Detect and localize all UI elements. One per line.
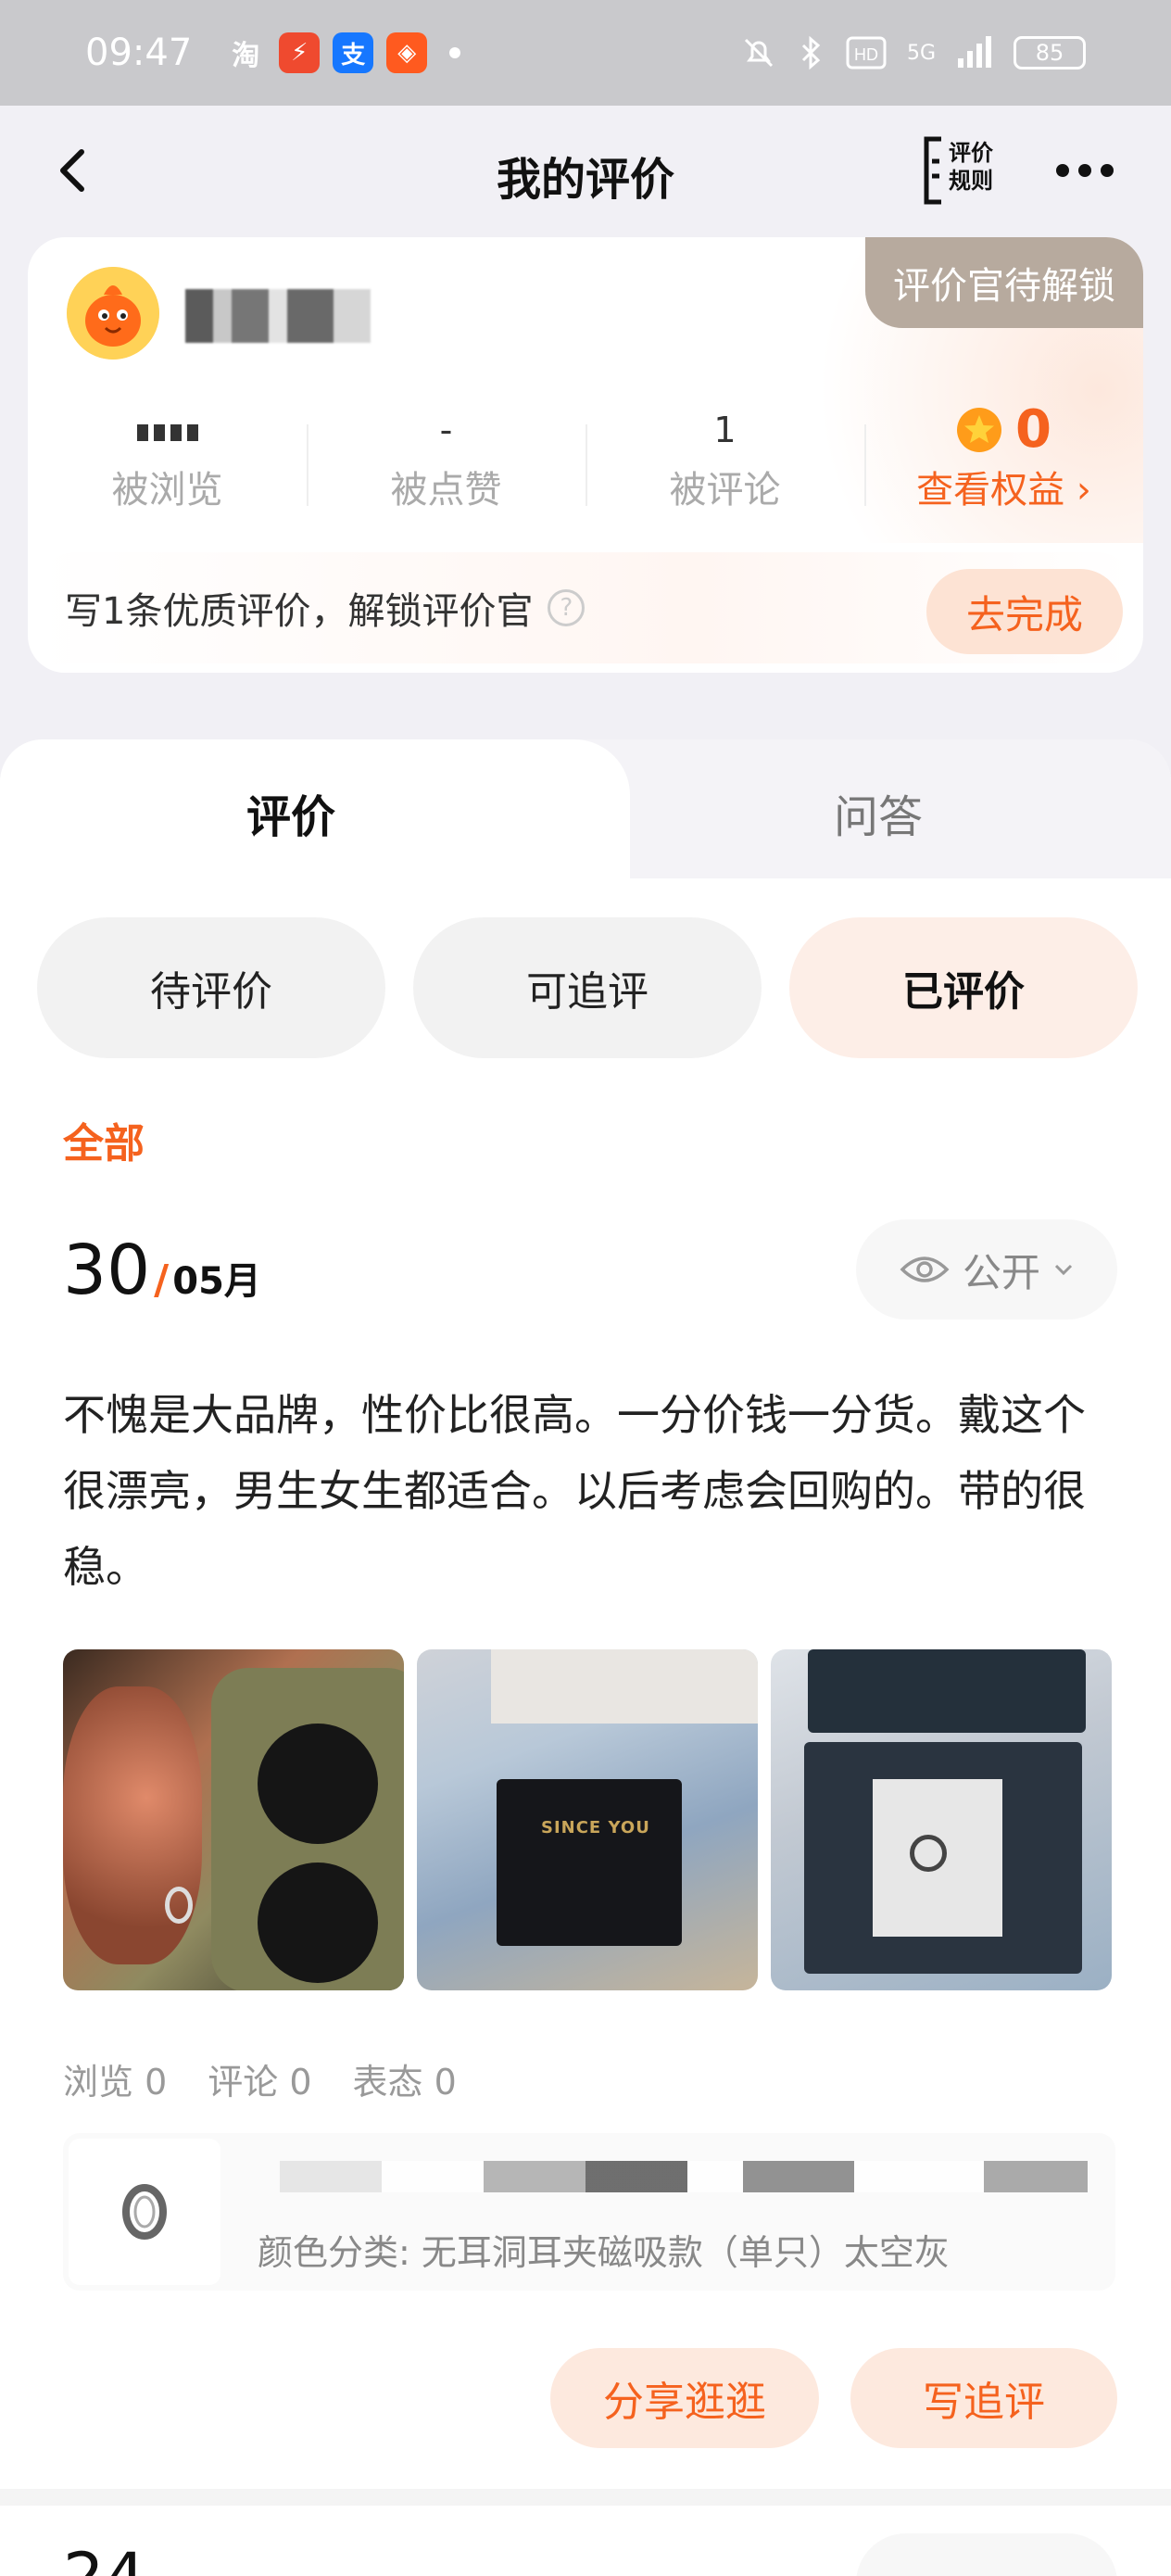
eye-icon [900, 1256, 950, 1282]
avatar-mascot-icon [67, 267, 159, 360]
mute-bell-icon [744, 38, 774, 68]
photo-brand-text: SINCE YOU [541, 1818, 650, 1837]
more-options-button[interactable] [1056, 152, 1130, 189]
more-dot-icon [1101, 164, 1114, 177]
reviewer-badge-locked[interactable]: 评价官待解锁 [865, 237, 1143, 328]
hd-icon: HD [846, 36, 887, 69]
review-actions: 分享逛逛 写追评 [550, 2348, 1117, 2448]
signal-icon [958, 36, 991, 68]
visibility-label: 公开 [962, 1249, 1040, 1295]
review-photo-box-open[interactable] [771, 1649, 1112, 1990]
go-complete-button[interactable]: 去完成 [926, 569, 1123, 654]
photo-ring [910, 1835, 947, 1872]
filter-reviewed[interactable]: 已评价 [789, 917, 1138, 1058]
stat-likes-value: - [439, 410, 453, 450]
unlock-task-text: 写1条优质评价，解锁评价官 [65, 590, 534, 633]
product-spec: 颜色分类: 无耳洞耳夹磁吸款（单只）太空灰 [258, 2232, 950, 2273]
views-count: 浏览 0 [63, 2062, 168, 2102]
profile-card: 评价官待解锁 被浏览 - 被点赞 1 被评论 0 查看权益 › 写1条优质评价，… [28, 237, 1143, 673]
avatar[interactable] [67, 267, 159, 360]
status-time: 09:47 [85, 32, 193, 74]
review-day: 30 [63, 1231, 151, 1310]
signal-label: 5G [906, 41, 936, 65]
review-engagement: 浏览 0 评论 0 表态 0 [63, 2053, 457, 2104]
stat-views-label: 被浏览 [111, 469, 223, 511]
review-photo-earring[interactable] [63, 1649, 404, 1990]
bluetooth-icon [801, 35, 821, 70]
stat-benefits[interactable]: 0 查看权益 › [864, 404, 1143, 515]
stat-likes-label: 被点赞 [390, 469, 502, 511]
benefit-value: 0 [1015, 399, 1051, 460]
photo-camera-lens [258, 1863, 378, 1983]
reactions-count[interactable]: 表态 0 [353, 2053, 457, 2104]
taobao-icon: 淘 [232, 40, 260, 72]
reviews-panel: 评价 问答 待评价 可追评 已评价 全部 30 / 05月 公开 不愧是大品牌，… [0, 739, 1171, 2576]
redacted-value-icon [136, 423, 198, 441]
more-dot-icon [1078, 164, 1091, 177]
rules-label-line2: 规则 [949, 168, 993, 194]
review-date: 30 / 05月 [63, 1231, 261, 1310]
status-app-icons: 淘 ⚡ 支 ◈ [225, 32, 461, 73]
stat-views: 被浏览 [28, 404, 307, 515]
product-thumbnail [69, 2139, 220, 2285]
more-dot-icon [1056, 164, 1069, 177]
red-app-icon: ⚡ [279, 32, 321, 73]
stat-views-value [28, 404, 307, 456]
filter-followup[interactable]: 可追评 [413, 917, 762, 1058]
visibility-dropdown[interactable]: 公开 [856, 1219, 1117, 1320]
review-rules-button[interactable]: 评价 规则 [921, 133, 1004, 208]
unlock-task-bar: 写1条优质评价，解锁评价官 ? 去完成 [37, 552, 1134, 663]
review-photo-box-closed[interactable]: SINCE YOU [417, 1649, 758, 1990]
product-card[interactable]: 颜色分类: 无耳洞耳夹磁吸款（单只）太空灰 [63, 2133, 1115, 2291]
review-divider [0, 2489, 1171, 2506]
star-badge-icon [957, 408, 1002, 452]
tab-qa[interactable]: 问答 [834, 780, 923, 845]
earring-product-icon [122, 2184, 167, 2240]
photo-earring-ring [165, 1887, 193, 1924]
alipay-icon: 支 [333, 32, 374, 73]
stat-comments: 1 被评论 [586, 404, 864, 515]
photo-box-lid [808, 1649, 1086, 1733]
filter-pending[interactable]: 待评价 [37, 917, 385, 1058]
orange-app-icon: ◈ [386, 32, 428, 73]
review-filter-chips: 待评价 可追评 已评价 [37, 917, 1138, 1058]
write-followup-button[interactable]: 写追评 [850, 2348, 1117, 2448]
review-date-separator: / [154, 1256, 170, 1304]
rules-label-line1: 评价 [949, 140, 993, 166]
notification-dot-icon [449, 47, 461, 58]
next-visibility-dropdown[interactable] [856, 2533, 1117, 2576]
comments-count[interactable]: 评论 0 [208, 2053, 311, 2104]
review-month: 05月 [172, 1260, 261, 1303]
profile-stats: 被浏览 - 被点赞 1 被评论 0 查看权益 › [28, 404, 1143, 515]
chevron-down-icon [1054, 1264, 1073, 1276]
benefit-value-row: 0 [864, 404, 1143, 456]
share-button[interactable]: 分享逛逛 [550, 2348, 819, 2448]
review-photos: SINCE YOU [63, 1649, 1112, 1990]
next-review-day: 24 [63, 2539, 145, 2576]
svg-text:HD: HD [854, 45, 878, 64]
photo-gift-box [497, 1779, 682, 1946]
photo-keyboard [491, 1649, 758, 1724]
battery-indicator: 85 [1014, 36, 1086, 69]
review-text: 不愧是大品牌，性价比很高。一分价钱一分货。戴这个很漂亮，男生女生都适合。以后考虑… [63, 1390, 1086, 1592]
tab-reviews[interactable]: 评价 [246, 780, 335, 845]
all-category-label[interactable]: 全部 [63, 1110, 145, 1169]
stat-comments-label: 被评论 [669, 469, 781, 511]
product-title-redacted [280, 2161, 1088, 2192]
stat-comments-value: 1 [713, 410, 737, 450]
username-redacted [185, 289, 371, 343]
status-bar: 09:47 淘 ⚡ 支 ◈ HD 5G 85 [0, 0, 1171, 106]
help-question-icon[interactable]: ? [548, 589, 586, 626]
view-benefits-link[interactable]: 查看权益 › [864, 460, 1143, 513]
photo-camera-lens [258, 1724, 378, 1844]
stat-likes: - 被点赞 [307, 404, 586, 515]
page-header: 我的评价 评价 规则 [0, 106, 1171, 235]
